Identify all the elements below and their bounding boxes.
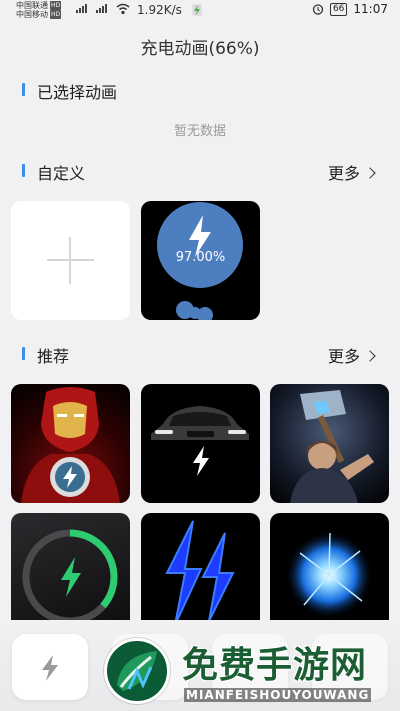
nav-charging-button[interactable] xyxy=(12,634,88,700)
blue-bolt-image xyxy=(165,520,235,626)
green-ring-image xyxy=(22,529,118,625)
lightning-icon xyxy=(42,655,58,681)
clock: 11:07 xyxy=(353,2,388,16)
battery-saver-icon xyxy=(192,4,202,16)
carrier-2: 中国移动 xyxy=(16,10,48,19)
wifi-icon xyxy=(116,3,130,15)
plus-icon xyxy=(69,237,71,284)
signal-icon xyxy=(96,4,107,13)
ironman-animation-tile[interactable] xyxy=(11,384,130,503)
custom-section-title: 自定义 xyxy=(37,164,86,183)
status-right: 66 11:07 xyxy=(312,2,388,16)
more-label: 更多 xyxy=(327,347,360,366)
alarm-icon xyxy=(312,4,324,15)
plasma-ball-animation-tile[interactable] xyxy=(270,513,389,632)
hd-badge: HD xyxy=(50,10,62,19)
thor-animation-tile[interactable] xyxy=(270,384,389,503)
signal-icon xyxy=(76,4,87,13)
page-title: 充电动画(66%) xyxy=(140,39,260,59)
more-label: 更多 xyxy=(327,164,360,183)
watermark-subtitle: MIANFEISHOUYOUWANG xyxy=(184,688,372,702)
watermark-title: 免费手游网 xyxy=(182,645,368,686)
selected-section-title: 已选择动画 xyxy=(37,83,118,102)
car-image xyxy=(151,406,249,476)
section-accent-bar xyxy=(22,164,25,177)
carrier-info: 中国联通 HD 中国移动 HD xyxy=(16,1,62,19)
car-animation-tile[interactable] xyxy=(141,384,260,503)
section-accent-bar xyxy=(22,83,25,96)
watermark: 免费手游网 MIANFEISHOUYOUWANG xyxy=(104,636,400,711)
ironman-image xyxy=(21,387,120,503)
recommended-more-link[interactable]: 更多 xyxy=(327,343,376,367)
empty-state-text: 暂无数据 xyxy=(173,124,226,139)
custom-section-header: 自定义 更多 xyxy=(0,159,400,184)
chevron-right-icon xyxy=(364,166,376,179)
green-ring-animation-tile[interactable] xyxy=(11,513,130,632)
watermark-logo xyxy=(104,638,170,704)
hd-badge: HD xyxy=(50,1,62,10)
leaf-icon xyxy=(117,651,157,691)
custom-more-link[interactable]: 更多 xyxy=(327,160,376,184)
network-speed: 1.92K/s xyxy=(137,3,182,17)
battery-level: 66 xyxy=(329,2,348,16)
section-accent-bar xyxy=(22,347,25,360)
carrier-1: 中国联通 xyxy=(16,1,48,10)
recommended-section-header: 推荐 更多 xyxy=(0,342,400,367)
plasma-ball-image xyxy=(285,531,373,619)
chevron-right-icon xyxy=(364,349,376,362)
status-bar: 中国联通 HD 中国移动 HD 1.92K/s 66 11:07 xyxy=(0,0,400,22)
blue-bolt-animation-tile[interactable] xyxy=(141,513,260,632)
selected-section-header: 已选择动画 xyxy=(0,78,400,102)
add-custom-animation-button[interactable] xyxy=(11,201,130,320)
custom-animation-tile[interactable]: 97.00% xyxy=(141,201,260,320)
thor-image xyxy=(290,390,374,503)
recommended-section-title: 推荐 xyxy=(37,347,70,366)
custom-percent-label: 97.00% xyxy=(175,250,226,265)
